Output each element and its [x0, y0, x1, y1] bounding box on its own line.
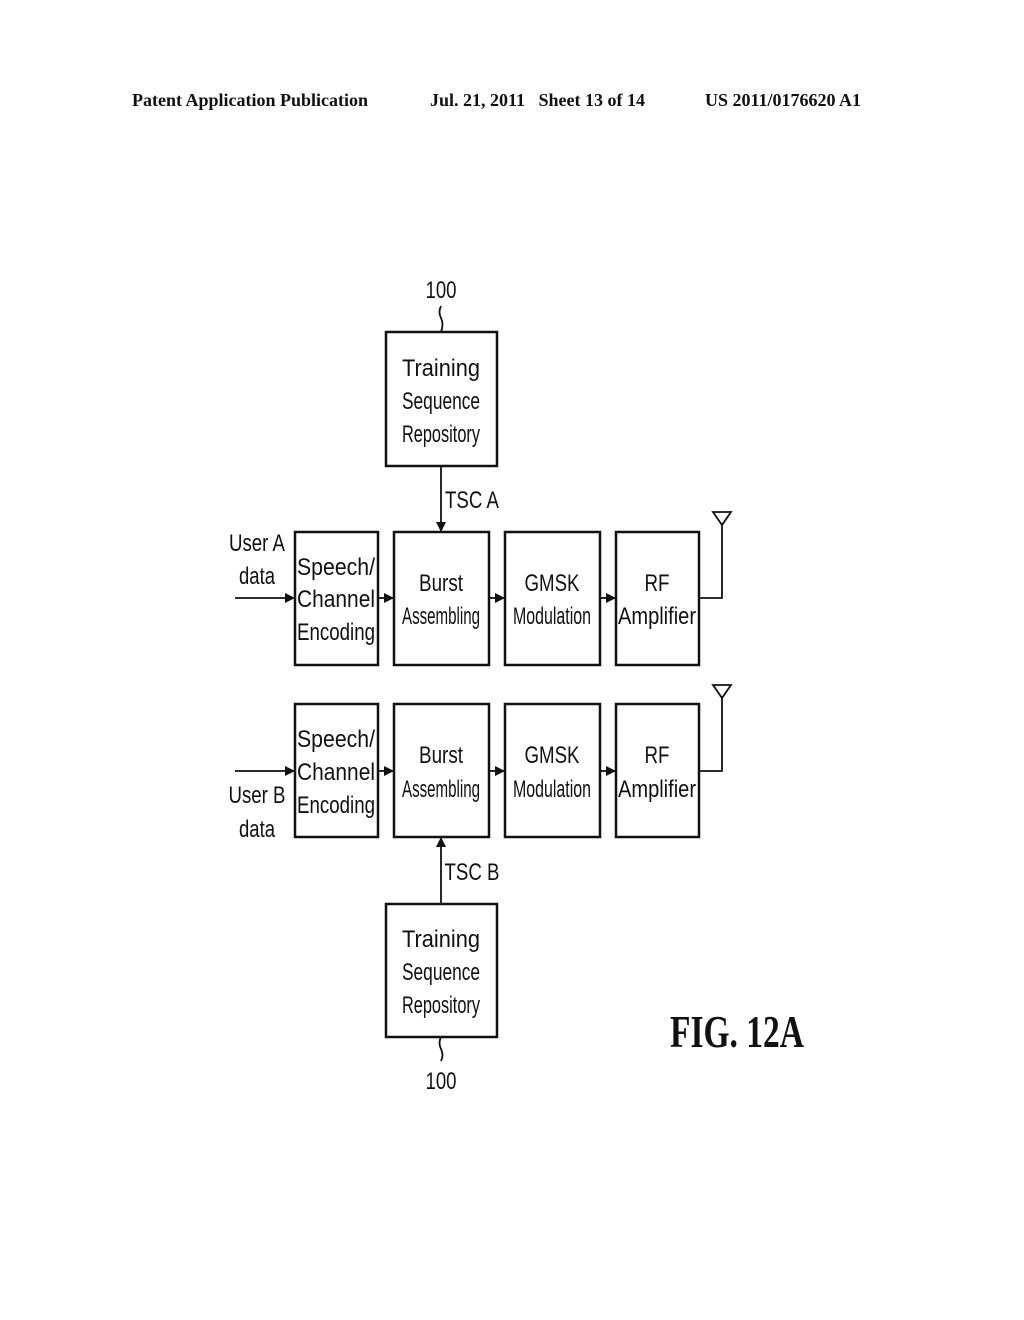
chain-b-rf-line-1: RF: [645, 742, 670, 769]
top-ref-leader: [438, 305, 444, 333]
chain-b-enc-line-1: Speech/: [297, 726, 375, 753]
figure-label: FIG. 12A: [670, 1006, 804, 1057]
chain-b-rf-amplifier-block: [614, 702, 701, 839]
tsc-a-label: TSC A: [445, 487, 499, 514]
chain-b-rf-line-2: Amplifier: [618, 776, 696, 803]
chain-a-antenna-feed: [699, 523, 723, 599]
block-diagram: 100 Training Sequence Repository TSC A U…: [229, 277, 805, 1095]
chain-b-enc-line-3: Encoding: [297, 792, 375, 819]
top-repo-line-3: Repository: [402, 421, 480, 448]
bottom-ref-leader: [438, 1036, 444, 1062]
user-b-label-line-2: data: [239, 816, 275, 843]
chain-b: User B data Speech/ Channel Encoding Bur…: [229, 684, 733, 843]
tsc-b-label: TSC B: [445, 859, 500, 886]
chain-a-gmsk-line-2: Modulation: [513, 603, 591, 630]
chain-a-enc-line-2: Channel: [297, 586, 375, 613]
chain-a-enc-line-3: Encoding: [297, 619, 375, 646]
chain-a-rf-line-2: Amplifier: [618, 603, 696, 630]
chain-a-burst-line-1: Burst: [419, 570, 463, 597]
bottom-repo-line-3: Repository: [402, 992, 480, 1019]
top-ref-number: 100: [426, 277, 457, 304]
chain-b-gmsk-modulation-block: [503, 702, 602, 839]
chain-b-antenna-feed: [699, 696, 723, 772]
chain-b-gmsk-line-2: Modulation: [513, 776, 591, 803]
bottom-repo-line-2: Sequence: [402, 959, 480, 986]
top-repo-line-1: Training: [402, 355, 480, 382]
chain-b-burst-line-1: Burst: [419, 742, 463, 769]
chain-a-gmsk-line-1: GMSK: [525, 570, 580, 597]
top-repository-group: 100 Training Sequence Repository TSC A: [384, 277, 499, 532]
user-a-label-line-2: data: [239, 563, 275, 590]
top-repo-line-2: Sequence: [402, 388, 480, 415]
chain-b-burst-line-2: Assembling: [402, 776, 480, 803]
chain-a-gmsk-modulation-block: [503, 530, 602, 667]
chain-a: User A data Speech/ Channel Encoding Bur…: [229, 511, 733, 667]
chain-b-burst-assembling-block: [392, 702, 491, 839]
bottom-ref-number: 100: [426, 1068, 457, 1095]
chain-a-burst-line-2: Assembling: [402, 603, 480, 630]
chain-a-burst-assembling-block: [392, 530, 491, 667]
chain-a-enc-line-1: Speech/: [297, 554, 375, 581]
chain-a-rf-line-1: RF: [645, 570, 670, 597]
chain-b-enc-line-2: Channel: [297, 759, 375, 786]
chain-a-rf-amplifier-block: [614, 530, 701, 667]
user-a-label-line-1: User A: [229, 530, 285, 557]
user-b-label-line-1: User B: [229, 782, 286, 809]
chain-b-gmsk-line-1: GMSK: [525, 742, 580, 769]
bottom-repository-group: TSC B Training Sequence Repository 100: [384, 837, 500, 1095]
bottom-repo-line-1: Training: [402, 926, 480, 953]
